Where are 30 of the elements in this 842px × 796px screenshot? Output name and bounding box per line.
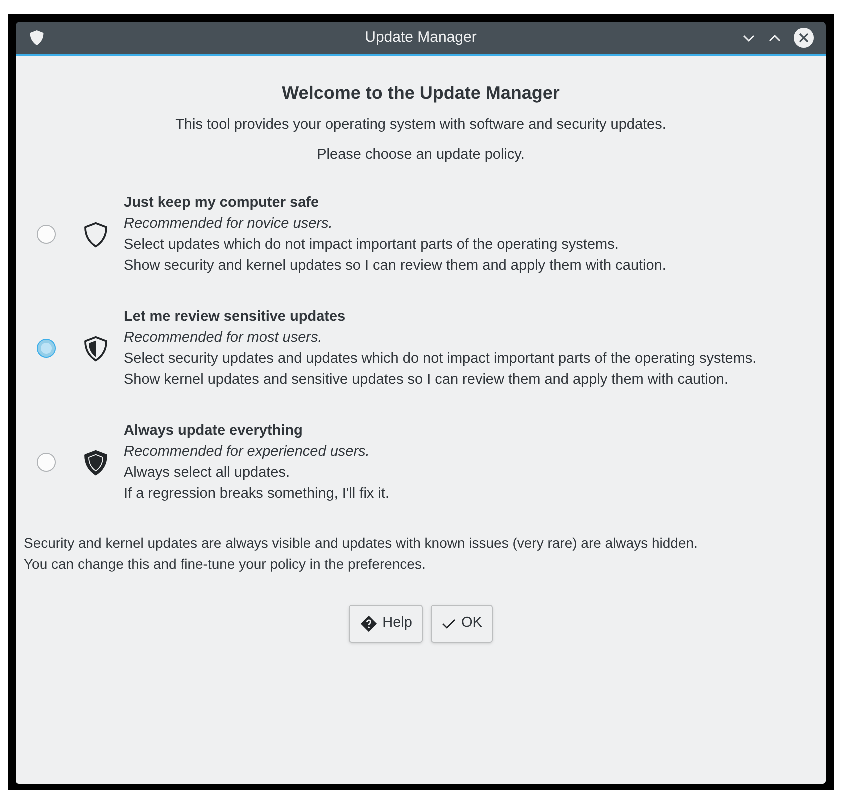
radio-button[interactable] <box>36 453 56 472</box>
intro-text: This tool provides your operating system with software and security updates. <box>174 116 668 135</box>
shield-icon <box>82 220 110 248</box>
heading: Welcome to the Update Manager <box>281 82 561 105</box>
intro-text: Please choose an update policy. <box>316 146 526 165</box>
policy-subtitle: Recommended for novice users. <box>124 214 334 234</box>
policy-title: Let me review sensitive updates <box>124 308 347 326</box>
policy-subtitle: Recommended for most users. <box>124 328 324 348</box>
policy-description: Select updates which do not impact important parts of the operating systems. <box>124 236 620 254</box>
window-title: Update Manager <box>365 28 477 48</box>
policy-title: Always update everything <box>124 422 304 440</box>
policy-description: Show kernel updates and sensitive updates so I can review them and apply them with caution. <box>124 370 730 390</box>
shield-icon <box>28 29 46 47</box>
policy-title: Just keep my computer safe <box>124 194 320 212</box>
policy-description: Show security and kernel updates so I can review them and apply them with caution. <box>124 256 668 276</box>
footer-note: You can change this and fine-tune your policy in the preferences. <box>24 554 427 574</box>
policy-description: Always select all updates. <box>124 464 292 482</box>
policy-description: If a regression breaks something, I'll fix it. <box>124 484 390 504</box>
policy-description: Select security updates and updates which do not impact important parts of the operating systems. <box>124 350 758 368</box>
help-button[interactable]: Help <box>348 604 424 642</box>
shield-icon <box>82 448 110 476</box>
radio-button[interactable] <box>36 339 56 358</box>
ok-button[interactable]: OK <box>431 604 494 642</box>
close-icon[interactable] <box>794 28 814 48</box>
check-icon <box>442 616 456 630</box>
shield-icon <box>82 334 110 362</box>
footer-note: Security and kernel updates are always visible and updates with known issues (very rare) are always hidden. <box>24 534 699 553</box>
radio-button[interactable] <box>36 225 56 244</box>
policy-subtitle: Recommended for experienced users. <box>124 442 371 462</box>
help-icon <box>360 614 378 632</box>
